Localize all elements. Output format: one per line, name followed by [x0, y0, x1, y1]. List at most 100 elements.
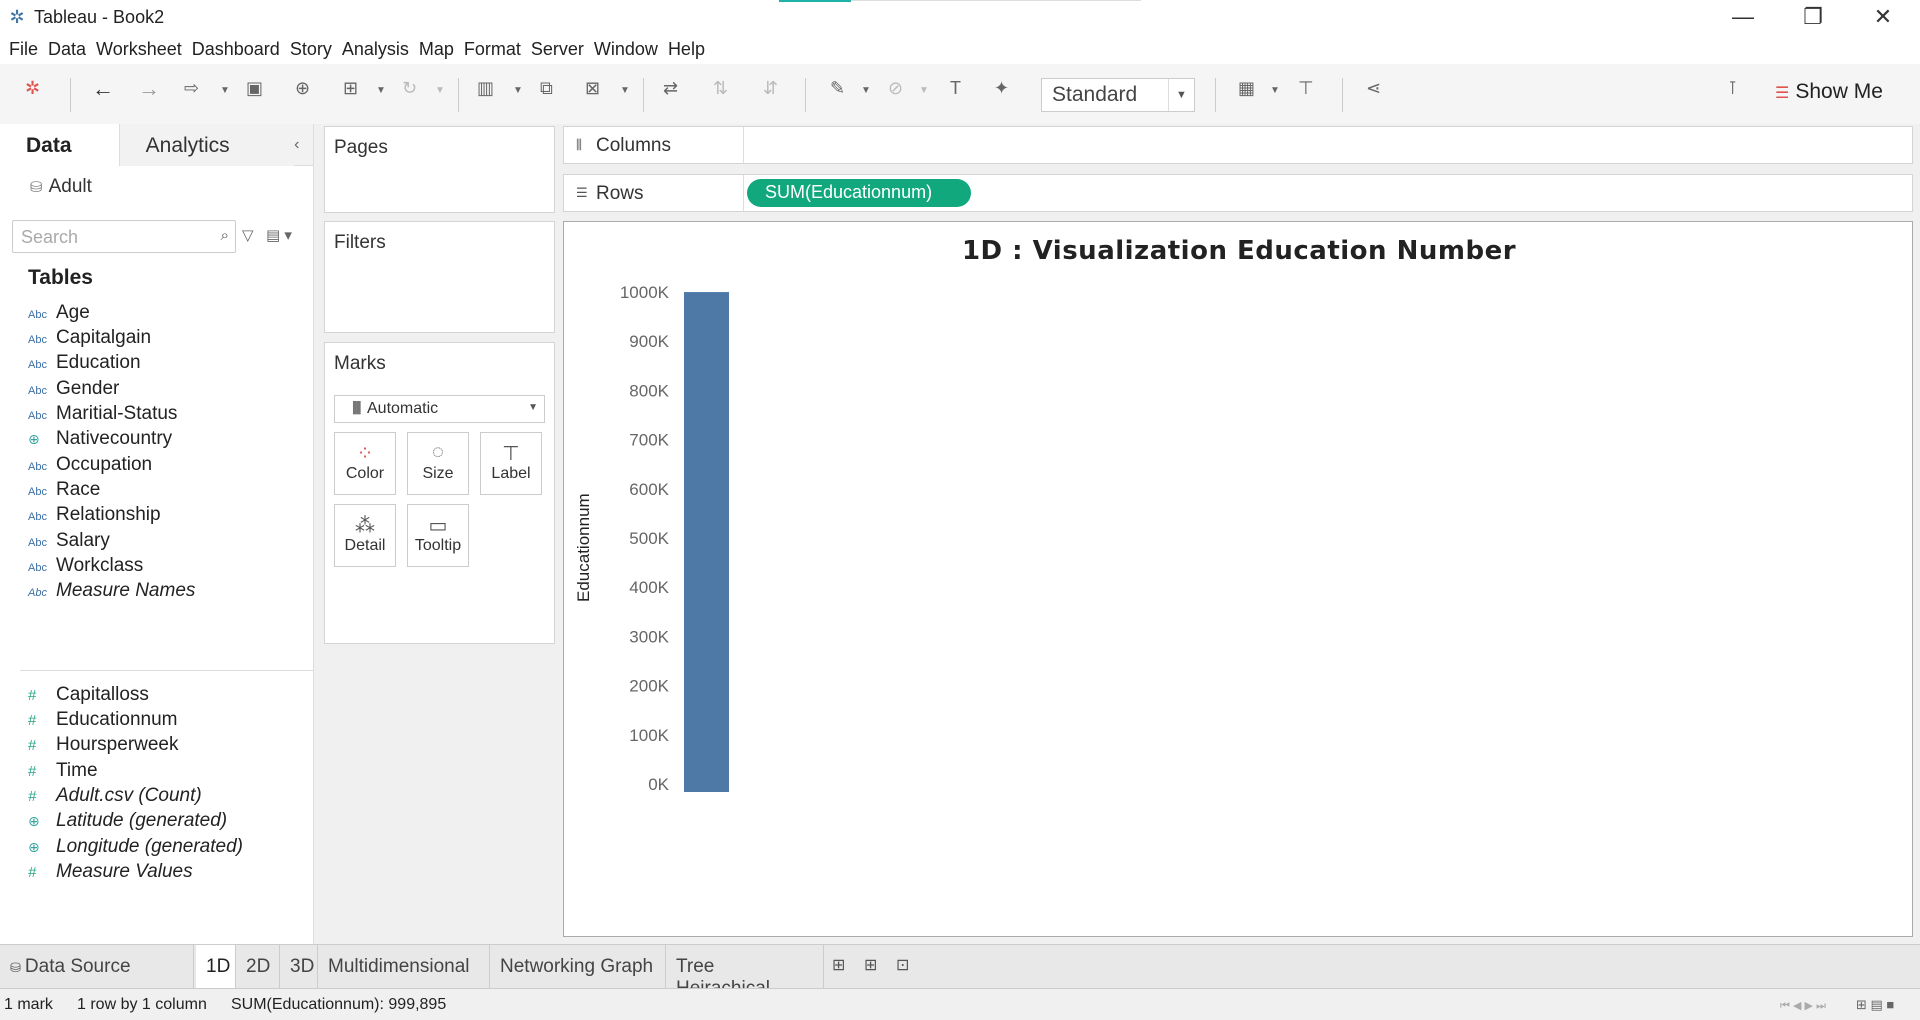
show-me-button[interactable]: ☰ Show Me [1775, 80, 1883, 104]
share-icon[interactable]: ⋖ [1366, 78, 1381, 99]
sheet-navigation-icon[interactable]: ⏮ ◀ ▶ ⏭ [1780, 999, 1826, 1013]
rows-shelf[interactable]: ☰ Rows SUM(Educationnum) [563, 174, 1913, 212]
chevron-down-icon[interactable]: ▼ [919, 85, 929, 96]
minimize-icon[interactable]: — [1708, 0, 1778, 34]
sheet-tab-1d[interactable]: 1D [196, 945, 236, 988]
menu-server[interactable]: Server [531, 39, 584, 60]
filter-icon[interactable]: ▽ [242, 226, 254, 244]
clear-sheet-icon[interactable]: ⊠ [585, 78, 600, 99]
refresh-icon[interactable]: ↻ [402, 78, 417, 99]
menu-window[interactable]: Window [594, 39, 658, 60]
field-nativecountry[interactable]: ⊕ Nativecountry [28, 428, 172, 454]
fix-axes-icon[interactable]: ✦ [994, 78, 1009, 99]
undo-icon[interactable]: ← [92, 76, 114, 102]
duplicate-sheet-icon[interactable]: ⧉ [540, 78, 553, 99]
field-longitude[interactable]: ⊕ Longitude (generated) [28, 836, 243, 862]
fit-select[interactable]: Standard ▼ [1041, 78, 1195, 112]
menu-format[interactable]: Format [464, 39, 521, 60]
menu-data[interactable]: Data [48, 39, 86, 60]
menu-story[interactable]: Story [290, 39, 332, 60]
new-worksheet-icon[interactable]: ▥ [477, 78, 494, 99]
size-button[interactable]: ◌ Size [407, 432, 469, 495]
chevron-down-icon[interactable]: ▼ [861, 85, 871, 96]
datasource-icon: ⛁ [10, 960, 21, 975]
field-education[interactable]: Abc Education [28, 352, 141, 378]
sort-ascending-icon[interactable]: ⇅ [713, 78, 728, 99]
columns-shelf[interactable]: ⫼ Columns [563, 126, 1913, 164]
field-adult-count[interactable]: # Adult.csv (Count) [28, 785, 202, 811]
sheet-tab-multidimensional[interactable]: Multidimensional [318, 945, 490, 988]
menu-worksheet[interactable]: Worksheet [96, 39, 182, 60]
save-icon[interactable]: ▣ [246, 78, 263, 99]
chevron-down-icon[interactable]: ▼ [220, 85, 230, 96]
view-options-icon[interactable]: ▤ ▾ [266, 226, 292, 244]
search-input[interactable]: Search ⌕ [12, 220, 236, 253]
pause-updates-icon[interactable]: ⊞ [343, 78, 358, 99]
chevron-down-icon[interactable]: ▼ [435, 85, 445, 96]
menu-analysis[interactable]: Analysis [342, 39, 409, 60]
field-capitalloss[interactable]: # Capitalloss [28, 684, 149, 710]
field-capitalgain[interactable]: Abc Capitalgain [28, 327, 151, 353]
new-story-icon[interactable]: ⊡ [896, 955, 909, 975]
show-mark-labels-icon[interactable]: T [950, 78, 961, 99]
menu-help[interactable]: Help [668, 39, 705, 60]
show-cards-icon[interactable]: ▦ [1238, 78, 1255, 99]
field-latitude[interactable]: ⊕ Latitude (generated) [28, 810, 227, 836]
format-painter-icon[interactable]: ⊺ [1728, 78, 1737, 99]
menu-file[interactable]: File [9, 39, 38, 60]
pages-card[interactable]: Pages [324, 126, 555, 213]
field-gender[interactable]: Abc Gender [28, 378, 119, 404]
field-time[interactable]: # Time [28, 760, 98, 786]
datasource-item[interactable]: ⛁ Adult [0, 166, 313, 210]
field-maritial-status[interactable]: Abc Maritial-Status [28, 403, 177, 429]
field-measure-values[interactable]: # Measure Values [28, 861, 193, 887]
tab-analytics[interactable]: Analytics [119, 124, 295, 166]
field-race[interactable]: Abc Race [28, 479, 100, 505]
menu-dashboard[interactable]: Dashboard [192, 39, 280, 60]
sheet-tab-networking-graph[interactable]: Networking Graph [490, 945, 666, 988]
new-dashboard-icon[interactable]: ⊞ [864, 955, 877, 975]
close-icon[interactable]: ✕ [1848, 0, 1918, 34]
sheet-tab-3d[interactable]: 3D [280, 945, 318, 988]
group-members-icon[interactable]: ⊘ [888, 78, 903, 99]
field-occupation[interactable]: Abc Occupation [28, 454, 152, 480]
chevron-down-icon[interactable]: ▼ [376, 85, 386, 96]
tab-data[interactable]: Data [0, 124, 120, 166]
chevron-down-icon[interactable]: ▼ [513, 85, 523, 96]
new-datasource-icon[interactable]: ⊕ [295, 78, 310, 99]
rows-pill[interactable]: SUM(Educationnum) [747, 179, 971, 207]
y-tick-label: 600K [629, 480, 669, 499]
mark-type-select[interactable]: ▐▌ Automatic ▼ [334, 395, 545, 423]
field-workclass[interactable]: Abc Workclass [28, 555, 143, 581]
label-button[interactable]: ⊤ Label [480, 432, 542, 495]
menu-bar: File Data Worksheet Dashboard Story Anal… [0, 34, 1920, 64]
presentation-mode-icon[interactable]: ⊤ [1298, 78, 1314, 99]
bar-mark[interactable] [684, 292, 729, 792]
restore-icon[interactable]: ❐ [1778, 0, 1848, 34]
tooltip-button[interactable]: ▭ Tooltip [407, 504, 469, 567]
color-button[interactable]: ⁘ Color [334, 432, 396, 495]
field-age[interactable]: Abc Age [28, 302, 90, 328]
data-source-tab[interactable]: ⛁ Data Source [0, 945, 194, 988]
tableau-home-icon[interactable]: ✲ [25, 78, 40, 99]
field-hoursperweek[interactable]: # Hoursperweek [28, 734, 179, 760]
view-toggle-icon[interactable]: ⊞ ▤ ■ [1856, 997, 1894, 1013]
collapse-pane-icon[interactable]: ‹ [294, 124, 313, 165]
swap-axes-icon[interactable]: ⇄ [663, 78, 678, 99]
menu-map[interactable]: Map [419, 39, 454, 60]
field-relationship[interactable]: Abc Relationship [28, 504, 161, 530]
sort-descending-icon[interactable]: ⇵ [763, 78, 778, 99]
replay-icon[interactable]: ⇨ [184, 78, 199, 99]
highlight-icon[interactable]: ✎ [830, 78, 845, 99]
field-educationnum[interactable]: # Educationnum [28, 709, 177, 735]
field-measure-names[interactable]: Abc Measure Names [28, 580, 195, 606]
sheet-tab-tree-heirachical[interactable]: Tree Heirachical [666, 945, 824, 999]
detail-button[interactable]: ⁂ Detail [334, 504, 396, 567]
field-salary[interactable]: Abc Salary [28, 530, 110, 556]
sheet-tab-2d[interactable]: 2D [236, 945, 280, 988]
chevron-down-icon[interactable]: ▼ [1270, 85, 1280, 96]
new-worksheet-icon[interactable]: ⊞ [832, 955, 845, 975]
chevron-down-icon[interactable]: ▼ [620, 85, 630, 96]
filters-card[interactable]: Filters [324, 221, 555, 333]
redo-icon[interactable]: → [138, 76, 160, 102]
